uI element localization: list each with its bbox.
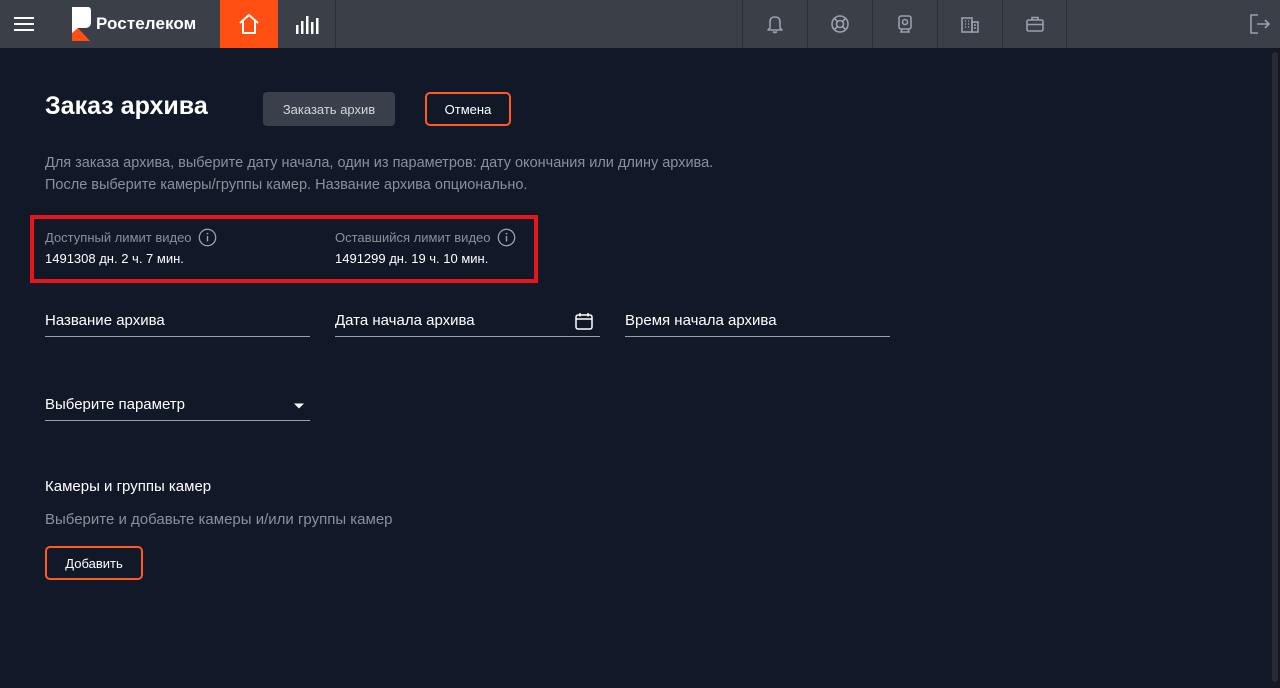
parameter-select-label: Выберите параметр [45, 396, 186, 413]
order-archive-button[interactable]: Заказать архив [263, 92, 395, 126]
description-line: После выберите камеры/группы камер. Назв… [45, 177, 528, 193]
add-cameras-button[interactable]: Добавить [45, 546, 143, 580]
available-limit-label: Доступный лимит видео [45, 230, 192, 245]
description-line: Для заказа архива, выберите дату начала,… [45, 155, 714, 171]
page-title: Заказ архива [45, 92, 208, 120]
building-icon [961, 17, 979, 33]
exit-icon [1250, 14, 1271, 34]
remaining-limit: Оставшийся лимит видео 1491299 дн. 19 ч.… [335, 228, 516, 266]
start-date-label: Дата начала архива [335, 312, 475, 329]
logout-button[interactable] [1240, 0, 1280, 48]
chevron-down-icon [294, 403, 304, 409]
info-icon[interactable] [497, 228, 516, 247]
calendar-icon[interactable] [574, 311, 594, 331]
start-time-field[interactable]: Время начала архива [625, 309, 890, 337]
rostelecom-logo-mark [72, 7, 91, 41]
bell-icon [767, 16, 783, 34]
logo-text: Ростелеком [96, 14, 197, 33]
start-date-field[interactable]: Дата начала архива [335, 309, 600, 337]
lifebuoy-icon [831, 15, 849, 33]
services-button[interactable] [1002, 0, 1067, 48]
statistics-button[interactable] [278, 0, 336, 48]
archive-name-field[interactable]: Название архива [45, 309, 310, 337]
header-actions [742, 0, 1067, 48]
briefcase-icon [1025, 16, 1044, 32]
menu-button[interactable] [0, 0, 48, 48]
home-icon [239, 14, 259, 34]
cameras-section-title: Камеры и группы камер [45, 478, 212, 495]
parameter-select[interactable]: Выберите параметр [45, 393, 310, 421]
top-bar: Ростелеком [0, 0, 1280, 48]
camera-icon [898, 15, 912, 33]
notifications-button[interactable] [742, 0, 807, 48]
cancel-button[interactable]: Отмена [425, 92, 511, 126]
support-button[interactable] [807, 0, 872, 48]
remaining-limit-label: Оставшийся лимит видео [335, 230, 491, 245]
available-limit: Доступный лимит видео 1491308 дн. 2 ч. 7… [45, 228, 217, 266]
cameras-button[interactable] [872, 0, 937, 48]
start-time-label: Время начала архива [625, 312, 777, 329]
scrollbar-thumb[interactable] [1272, 52, 1278, 682]
rostelecom-logo[interactable]: Ростелеком [68, 5, 196, 43]
page-scrollbar[interactable] [1270, 48, 1280, 688]
remaining-limit-value: 1491299 дн. 19 ч. 10 мин. [335, 251, 489, 266]
info-icon[interactable] [198, 228, 217, 247]
available-limit-value: 1491308 дн. 2 ч. 7 мин. [45, 251, 184, 266]
objects-button[interactable] [937, 0, 1002, 48]
home-button[interactable] [220, 0, 278, 48]
bar-chart-icon [295, 16, 318, 34]
hamburger-icon [14, 17, 34, 31]
cameras-hint: Выберите и добавьте камеры и/или группы … [45, 511, 393, 528]
page-description: Для заказа архива, выберите дату начала,… [45, 152, 713, 196]
archive-name-label: Название архива [45, 312, 165, 329]
